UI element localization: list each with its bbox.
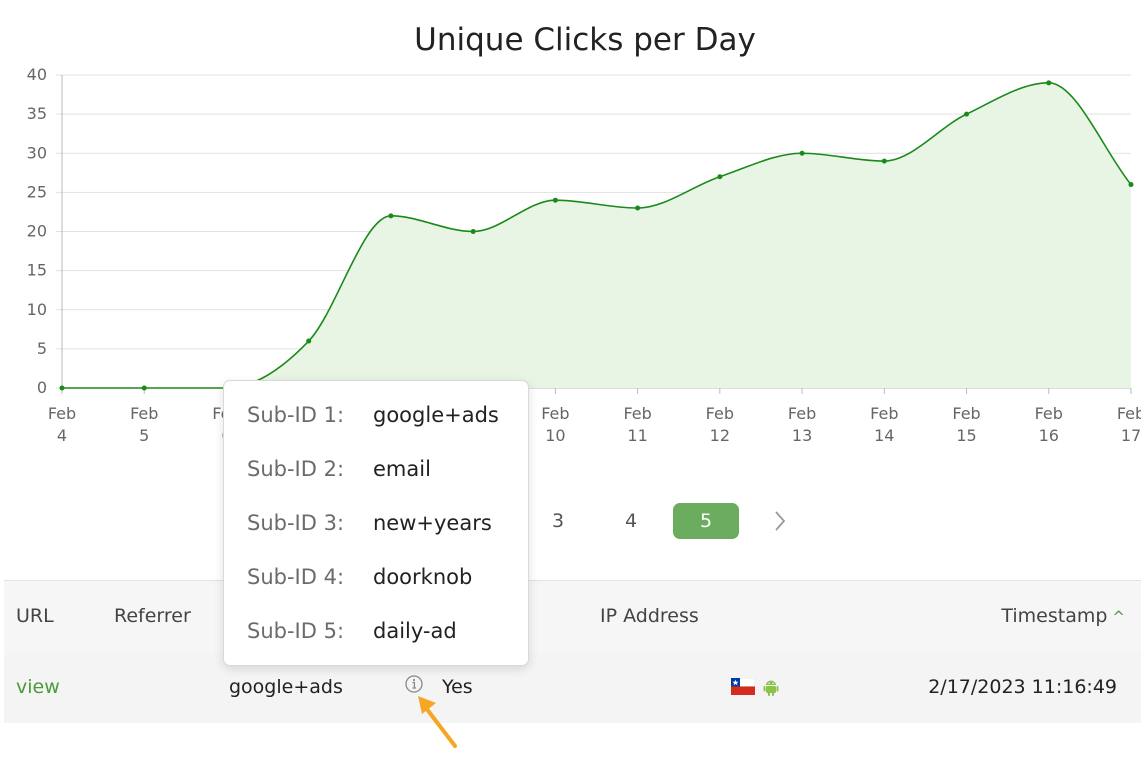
x-tick-label: 15	[956, 426, 976, 445]
x-tick-label: Feb	[130, 404, 158, 423]
data-point	[635, 205, 641, 211]
tooltip-label: Sub-ID 2:	[247, 457, 345, 481]
tooltip-value: doorknob	[373, 565, 473, 589]
data-point	[964, 111, 970, 117]
chevron-right-icon[interactable]	[762, 503, 798, 539]
x-tick-label: 13	[792, 426, 812, 445]
x-tick-label: Feb	[870, 404, 898, 423]
column-header-url: URL	[16, 605, 54, 627]
clicks-chart: Unique Clicks per Day 0 5 10 15 20 25 30 35 40 F…	[27, 22, 1141, 445]
chart-title: Unique Clicks per Day	[414, 22, 756, 58]
x-tick-label: Feb	[788, 404, 816, 423]
view-link[interactable]: view	[16, 676, 60, 698]
data-point	[717, 174, 723, 180]
data-point	[881, 158, 887, 164]
tooltip-label: Sub-ID 3:	[247, 511, 345, 535]
x-tick-label: Feb	[1117, 404, 1141, 423]
timestamp-header-label: Timestamp	[1001, 605, 1108, 627]
android-icon	[763, 680, 779, 696]
x-tick-label: Feb	[541, 404, 569, 423]
sort-ascending-icon: ^	[1112, 608, 1125, 626]
y-tick-label: 0	[37, 378, 47, 397]
x-tick-label: 16	[1039, 426, 1059, 445]
x-tick-label: Feb	[1035, 404, 1063, 423]
tooltip-label: Sub-ID 1:	[247, 403, 345, 427]
data-point	[59, 385, 65, 391]
y-axis: 0 5 10 15 20 25 30 35 40	[27, 65, 47, 397]
data-point	[1128, 182, 1134, 188]
tooltip-value: email	[373, 457, 431, 481]
subid-tooltip: Sub-ID 1: google+ads Sub-ID 2: email Sub…	[223, 380, 529, 666]
data-point	[1046, 80, 1052, 86]
y-tick-label: 10	[27, 300, 47, 319]
y-tick-label: 35	[27, 104, 47, 123]
pagination: 3 4 5	[0, 503, 1141, 541]
x-tick-label: 17	[1121, 426, 1141, 445]
data-point	[141, 385, 147, 391]
page-4-button[interactable]: 4	[598, 503, 664, 539]
annotation-arrow-icon	[418, 696, 457, 748]
x-tick-label: 12	[710, 426, 730, 445]
x-tick-label: Feb	[48, 404, 76, 423]
x-tick-label: Feb	[952, 404, 980, 423]
y-tick-label: 40	[27, 65, 47, 84]
tooltip-value: new+years	[373, 511, 492, 535]
data-point	[470, 229, 476, 234]
x-tick-label: 10	[545, 426, 565, 445]
data-point	[388, 213, 394, 219]
x-tick-label: 4	[57, 426, 67, 445]
x-tick-label: 11	[627, 426, 647, 445]
y-tick-label: 30	[27, 143, 47, 162]
y-tick-label: 5	[37, 339, 47, 358]
page-3-button[interactable]: 3	[525, 503, 591, 539]
x-axis: Feb4Feb5Feb6Feb7Feb8Feb9Feb10Feb11Feb12F…	[48, 388, 1141, 445]
tooltip-value: google+ads	[373, 403, 499, 427]
x-tick-label: 14	[874, 426, 894, 445]
tooltip-value: daily-ad	[373, 619, 457, 643]
data-point	[799, 150, 805, 156]
table-header: URL Referrer IP Address Timestamp ^	[4, 580, 1141, 654]
timestamp-cell: 2/17/2023 11:16:49	[928, 676, 1117, 698]
column-header-timestamp[interactable]: Timestamp ^	[1001, 605, 1125, 627]
data-point	[306, 338, 312, 344]
y-tick-label: 25	[27, 182, 47, 201]
x-tick-label: Feb	[706, 404, 734, 423]
column-header-ip-address[interactable]: IP Address	[600, 605, 699, 627]
y-tick-label: 15	[27, 261, 47, 280]
table-row: view google+ads Yes 2/17/2023 11:16:49	[4, 653, 1141, 723]
column-header-referrer[interactable]: Referrer	[114, 605, 191, 627]
x-tick-label: 5	[139, 426, 149, 445]
tooltip-label: Sub-ID 4:	[247, 565, 345, 589]
series-area	[62, 82, 1131, 388]
chile-flag-icon	[731, 678, 755, 695]
subid-cell: google+ads	[229, 676, 343, 698]
y-tick-label: 20	[27, 222, 47, 241]
x-tick-label: Feb	[623, 404, 651, 423]
tooltip-label: Sub-ID 5:	[247, 619, 345, 643]
data-point	[552, 197, 558, 203]
page-5-button[interactable]: 5	[673, 503, 739, 539]
